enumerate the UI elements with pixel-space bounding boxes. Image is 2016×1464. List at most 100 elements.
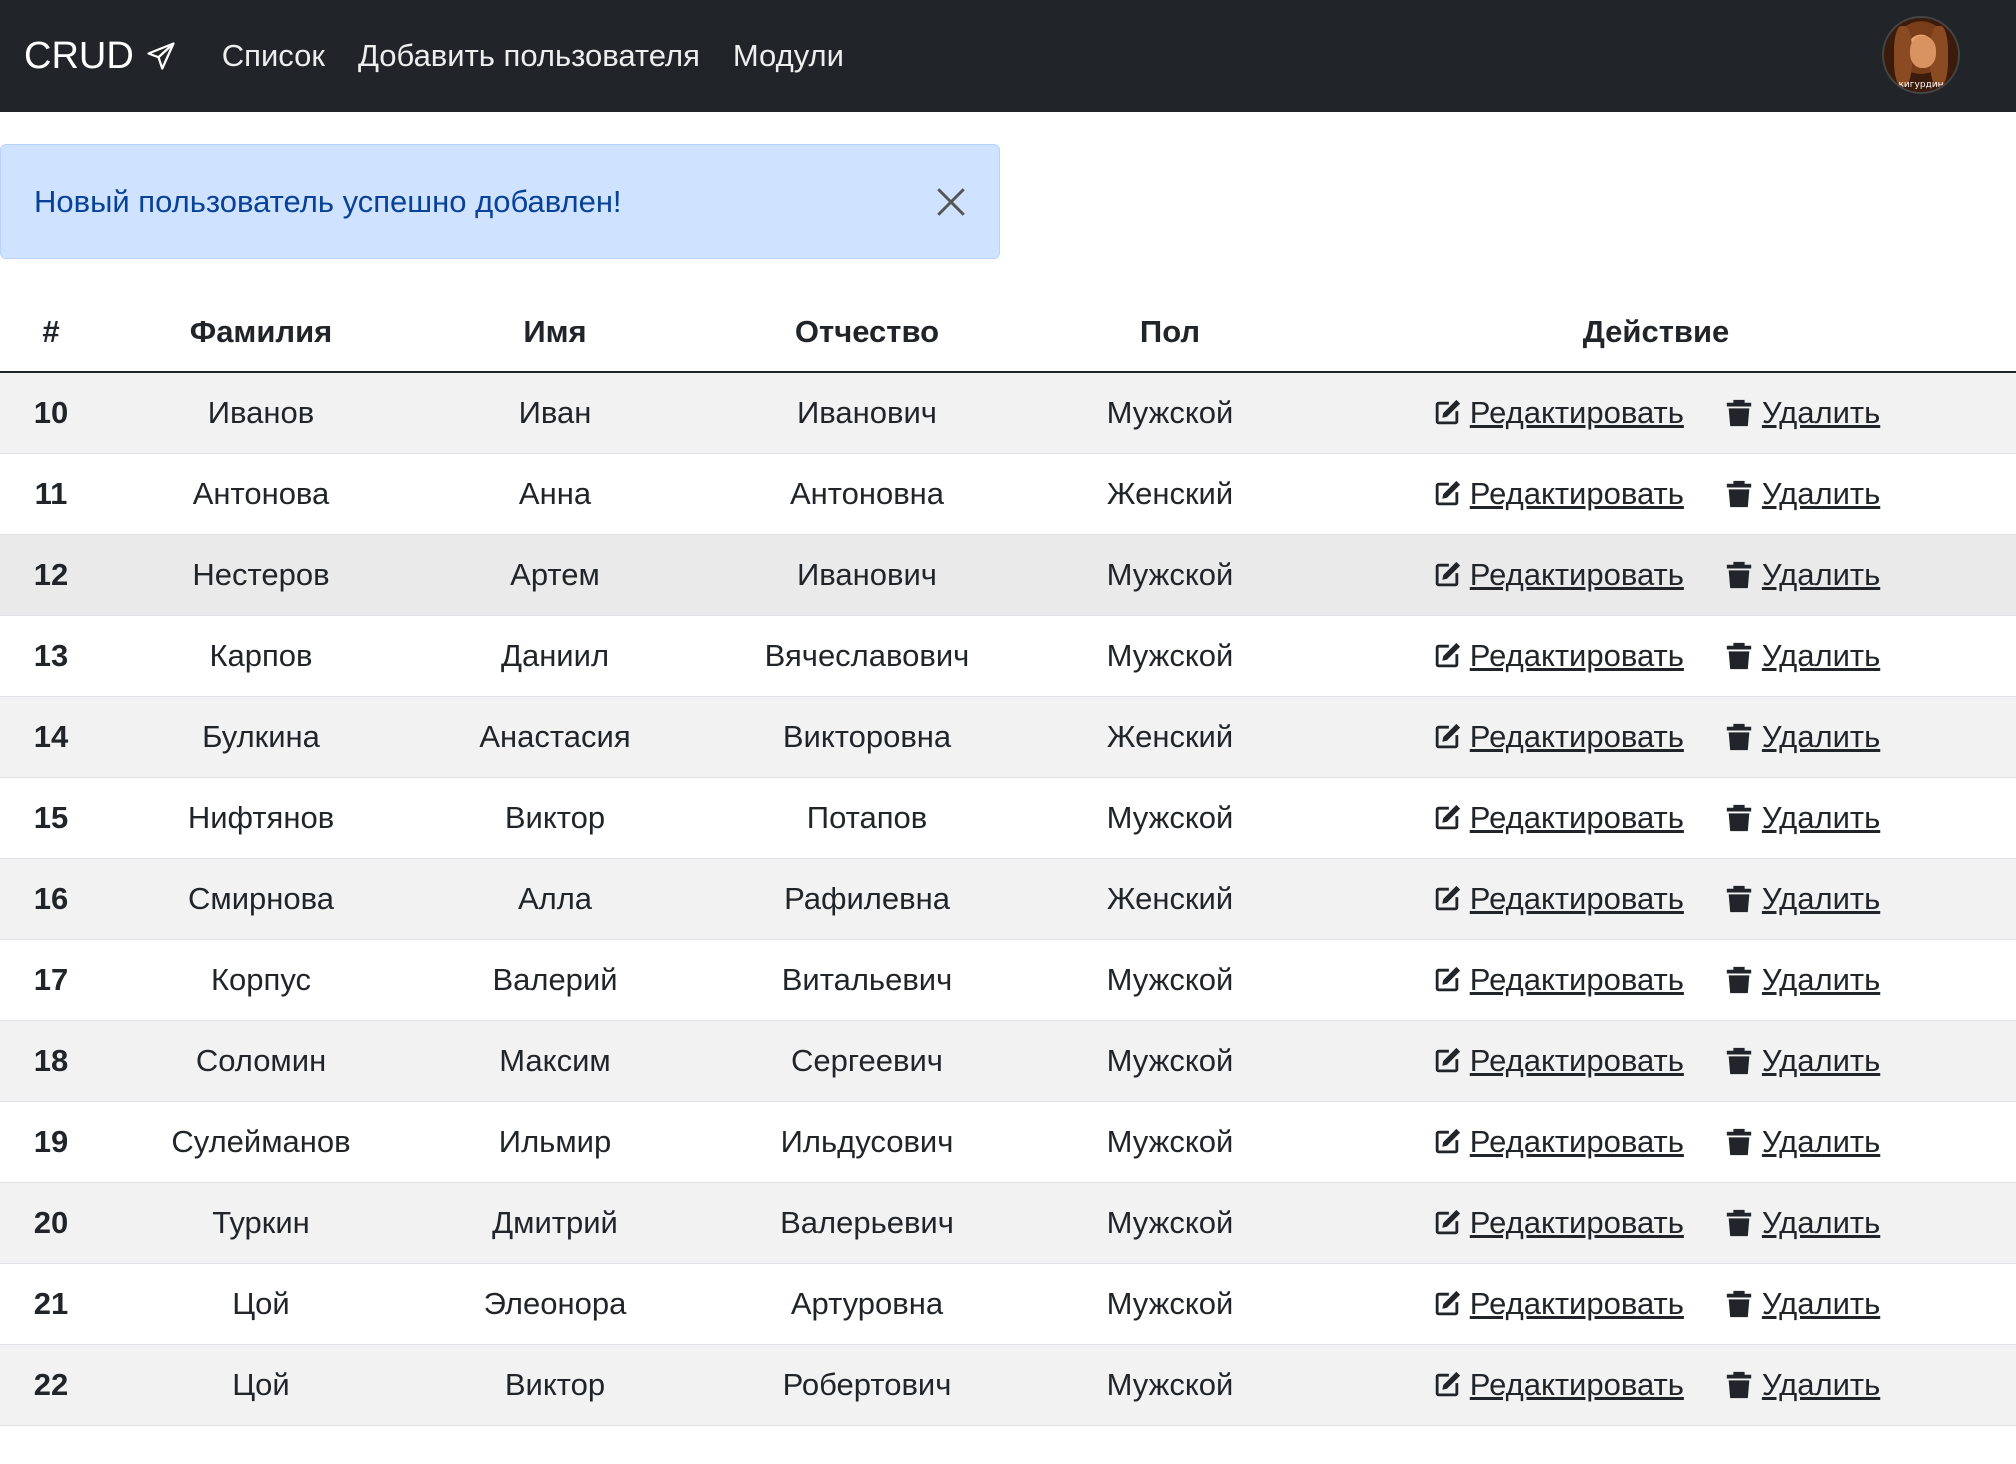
edit-link[interactable]: Редактировать [1432, 557, 1684, 593]
edit-label: Редактировать [1469, 1286, 1684, 1321]
edit-link[interactable]: Редактировать [1432, 962, 1684, 998]
edit-link[interactable]: Редактировать [1432, 1043, 1684, 1079]
edit-icon [1432, 641, 1462, 671]
table-row: 19 Сулейманов Ильмир Ильдусович Мужской Реда… [0, 1101, 2016, 1183]
cell-first-name: Анна [420, 453, 690, 535]
cell-first-name: Иван [420, 372, 690, 454]
edit-link[interactable]: Редактировать [1432, 395, 1684, 431]
trash-icon [1724, 1370, 1754, 1400]
delete-link[interactable]: Удалить [1724, 1286, 1880, 1322]
edit-icon [1432, 1046, 1462, 1076]
brand-label: CRUD [24, 34, 134, 77]
nav-link-add-user[interactable]: Добавить пользователя [358, 38, 700, 74]
edit-icon [1432, 1208, 1462, 1238]
cell-id: 21 [0, 1263, 102, 1345]
edit-link[interactable]: Редактировать [1432, 1367, 1684, 1403]
cell-last-name: Сулейманов [102, 1101, 420, 1183]
delete-link[interactable]: Удалить [1724, 557, 1880, 593]
header-id: # [0, 292, 102, 373]
cell-actions: Редактировать Удалить [1296, 1101, 2016, 1183]
table-row: 15 Нифтянов Виктор Потапов Мужской Редактиро… [0, 777, 2016, 859]
row-actions: Редактировать Удалить [1296, 395, 2016, 431]
table-row: 13 Карпов Даниил Вячеславович Мужской Редакт… [0, 615, 2016, 697]
edit-label: Редактировать [1469, 638, 1684, 673]
cell-actions: Редактировать Удалить [1296, 1182, 2016, 1264]
cell-first-name: Даниил [420, 615, 690, 697]
edit-label: Редактировать [1469, 1043, 1684, 1078]
cell-gender: Мужской [1044, 534, 1296, 616]
cell-first-name: Ильмир [420, 1101, 690, 1183]
edit-link[interactable]: Редактировать [1432, 638, 1684, 674]
cell-middle-name: Сергеевич [690, 1020, 1044, 1102]
edit-link[interactable]: Редактировать [1432, 719, 1684, 755]
nav-link-list[interactable]: Список [222, 38, 325, 74]
close-icon[interactable] [931, 182, 971, 222]
row-actions: Редактировать Удалить [1296, 719, 2016, 755]
user-avatar[interactable]: кигурдин [1882, 16, 1960, 94]
cell-actions: Редактировать Удалить [1296, 939, 2016, 1021]
trash-icon [1724, 1289, 1754, 1319]
delete-link[interactable]: Удалить [1724, 962, 1880, 998]
edit-label: Редактировать [1469, 557, 1684, 592]
cell-id: 13 [0, 615, 102, 697]
trash-icon [1724, 1127, 1754, 1157]
header-last-name: Фамилия [102, 292, 420, 373]
delete-link[interactable]: Удалить [1724, 638, 1880, 674]
delete-label: Удалить [1761, 1205, 1881, 1240]
row-actions: Редактировать Удалить [1296, 1286, 2016, 1322]
success-alert: Новый пользователь успешно добавлен! [0, 144, 1000, 259]
brand-link[interactable]: CRUD [24, 35, 176, 78]
cell-gender: Мужской [1044, 372, 1296, 454]
trash-icon [1724, 884, 1754, 914]
delete-link[interactable]: Удалить [1724, 719, 1880, 755]
nav-link-modules[interactable]: Модули [733, 38, 844, 74]
edit-link[interactable]: Редактировать [1432, 1124, 1684, 1160]
edit-link[interactable]: Редактировать [1432, 800, 1684, 836]
delete-label: Удалить [1761, 476, 1881, 511]
edit-icon [1432, 1127, 1462, 1157]
alert-message: Новый пользователь успешно добавлен! [34, 183, 622, 219]
cell-actions: Редактировать Удалить [1296, 534, 2016, 616]
delete-label: Удалить [1761, 881, 1881, 916]
cell-last-name: Цой [102, 1344, 420, 1426]
cell-gender: Мужской [1044, 1020, 1296, 1102]
delete-link[interactable]: Удалить [1724, 881, 1880, 917]
table-row: 10 Иванов Иван Иванович Мужской Редактироват… [0, 372, 2016, 454]
delete-label: Удалить [1761, 1124, 1881, 1159]
delete-link[interactable]: Удалить [1724, 800, 1880, 836]
trash-icon [1724, 1208, 1754, 1238]
table-row: 18 Соломин Максим Сергеевич Мужской Редактир… [0, 1020, 2016, 1102]
edit-icon [1432, 722, 1462, 752]
delete-link[interactable]: Удалить [1724, 395, 1880, 431]
edit-icon [1432, 803, 1462, 833]
table-row: 20 Туркин Дмитрий Валерьевич Мужской Редакти… [0, 1182, 2016, 1264]
cell-middle-name: Вячеславович [690, 615, 1044, 697]
edit-label: Редактировать [1469, 476, 1684, 511]
edit-label: Редактировать [1469, 1367, 1684, 1402]
cell-gender: Мужской [1044, 615, 1296, 697]
row-actions: Редактировать Удалить [1296, 1205, 2016, 1241]
edit-link[interactable]: Редактировать [1432, 476, 1684, 512]
edit-link[interactable]: Редактировать [1432, 1205, 1684, 1241]
edit-label: Редактировать [1469, 395, 1684, 430]
table-body: 10 Иванов Иван Иванович Мужской Редактироват… [0, 372, 2016, 1426]
delete-link[interactable]: Удалить [1724, 1367, 1880, 1403]
cell-first-name: Артем [420, 534, 690, 616]
cell-actions: Редактировать Удалить [1296, 372, 2016, 454]
cell-id: 10 [0, 372, 102, 454]
cell-gender: Мужской [1044, 777, 1296, 859]
delete-link[interactable]: Удалить [1724, 476, 1880, 512]
cell-actions: Редактировать Удалить [1296, 1344, 2016, 1426]
edit-link[interactable]: Редактировать [1432, 881, 1684, 917]
delete-link[interactable]: Удалить [1724, 1205, 1880, 1241]
cell-actions: Редактировать Удалить [1296, 453, 2016, 535]
edit-link[interactable]: Редактировать [1432, 1286, 1684, 1322]
cell-middle-name: Рафилевна [690, 858, 1044, 940]
delete-link[interactable]: Удалить [1724, 1043, 1880, 1079]
table-row: 17 Корпус Валерий Витальевич Мужской Редакти… [0, 939, 2016, 1021]
table-row: 11 Антонова Анна Антоновна Женский Редактиро… [0, 453, 2016, 535]
cell-middle-name: Потапов [690, 777, 1044, 859]
delete-link[interactable]: Удалить [1724, 1124, 1880, 1160]
edit-label: Редактировать [1469, 719, 1684, 754]
delete-label: Удалить [1761, 800, 1881, 835]
